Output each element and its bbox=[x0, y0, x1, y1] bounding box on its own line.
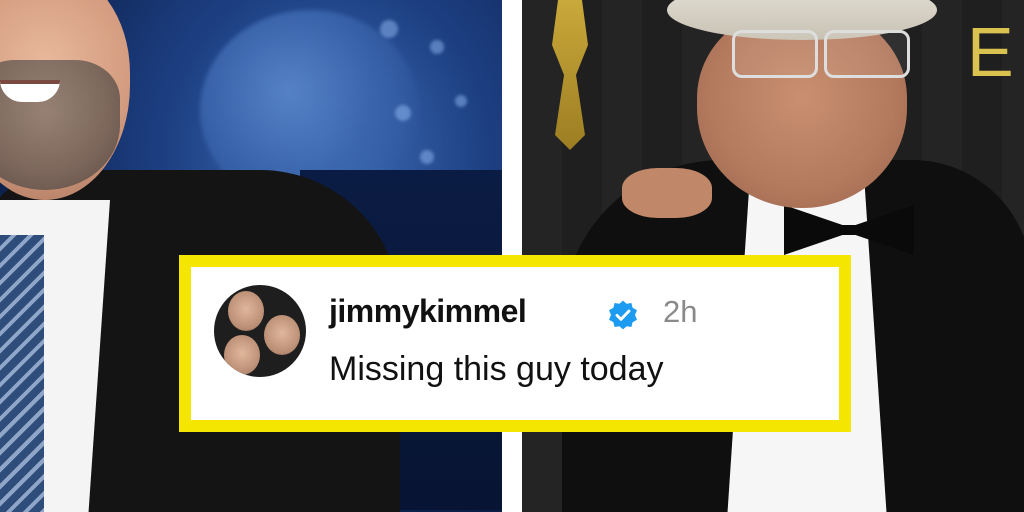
bokeh-light bbox=[380, 20, 398, 38]
backdrop-letter: E bbox=[967, 13, 1014, 91]
bokeh-light bbox=[430, 40, 444, 54]
avatar-face bbox=[224, 335, 260, 375]
tie bbox=[0, 235, 44, 512]
post-card: jimmykimmel 2h Missing this guy today bbox=[179, 255, 851, 432]
bokeh-light bbox=[455, 95, 467, 107]
avatar-face bbox=[228, 291, 264, 331]
bokeh-light bbox=[420, 150, 434, 164]
glasses bbox=[732, 30, 912, 78]
verified-badge-icon bbox=[609, 300, 637, 330]
avatar[interactable] bbox=[214, 285, 306, 377]
username[interactable]: jimmykimmel bbox=[329, 293, 527, 330]
post-time: 2h bbox=[663, 294, 698, 329]
avatar-face bbox=[264, 315, 300, 355]
hand-on-shoulder bbox=[622, 168, 712, 218]
post-caption: Missing this guy today bbox=[329, 350, 664, 388]
bokeh-light bbox=[395, 105, 411, 121]
